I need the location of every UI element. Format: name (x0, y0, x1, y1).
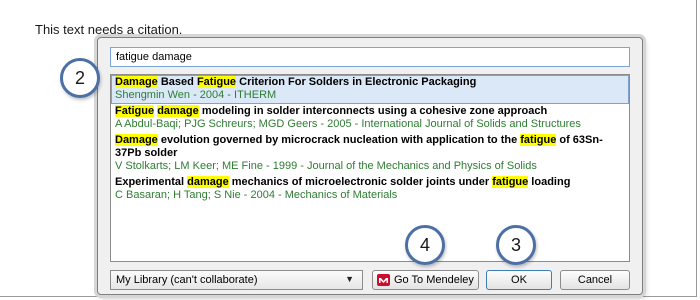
ok-button[interactable]: OK (486, 270, 552, 290)
library-select-value: My Library (can't collaborate) (116, 274, 258, 286)
document-text: This text needs a citation. (35, 22, 183, 37)
go-to-mendeley-label: Go To Mendeley (394, 274, 474, 286)
highlighted-term: Fatigue (196, 76, 237, 88)
title-text: mechanics of microelectronic solder join… (228, 176, 493, 188)
title-text: modeling in solder interconnects using a… (198, 105, 548, 117)
title-text: Based (157, 76, 197, 88)
result-meta: Shengmin Wen - 2004 - ITHERM (115, 89, 277, 101)
result-title: Experimental damage mechanics of microel… (115, 176, 625, 189)
callout-2: 2 (60, 58, 100, 98)
highlighted-term: damage (157, 105, 199, 117)
title-text: Criterion For Solders in Electronic Pack… (236, 76, 477, 88)
result-meta: A Abdul-Baqi; PJG Schreurs; MGD Geers - … (115, 118, 581, 130)
go-to-mendeley-button[interactable]: Go To Mendeley (372, 270, 479, 290)
result-title: Damage evolution governed by microcrack … (115, 134, 625, 160)
dialog-footer: My Library (can't collaborate) ▼ Go To M… (110, 270, 630, 290)
result-item[interactable]: Experimental damage mechanics of microel… (111, 175, 629, 204)
title-text: evolution governed by microcrack nucleat… (157, 134, 521, 146)
cancel-button[interactable]: Cancel (560, 270, 630, 290)
result-title: Fatigue damage modeling in solder interc… (115, 105, 625, 118)
title-text: loading (528, 176, 571, 188)
callout-3: 3 (496, 225, 536, 265)
citation-dialog: fatigue damage Damage Based Fatigue Crit… (97, 37, 643, 295)
result-meta: C Basaran; H Tang; S Nie - 2004 - Mechan… (115, 189, 398, 201)
result-item[interactable]: Fatigue damage modeling in solder interc… (111, 104, 629, 133)
callout-4: 4 (405, 225, 445, 265)
result-title: Damage Based Fatigue Criterion For Solde… (115, 76, 625, 89)
highlighted-term: Damage (115, 76, 158, 88)
highlighted-term: fatigue (520, 134, 557, 146)
result-item[interactable]: Damage Based Fatigue Criterion For Solde… (111, 75, 629, 104)
result-item[interactable]: Damage evolution governed by microcrack … (111, 133, 629, 175)
library-select[interactable]: My Library (can't collaborate) ▼ (110, 270, 363, 290)
results-container: Damage Based Fatigue Criterion For Solde… (111, 75, 629, 204)
title-text: Experimental (115, 176, 188, 188)
highlighted-term: Fatigue (115, 105, 155, 117)
dropdown-arrow-icon: ▼ (345, 274, 354, 284)
highlighted-term: fatigue (492, 176, 529, 188)
highlighted-term: Damage (115, 134, 158, 146)
results-list[interactable]: Damage Based Fatigue Criterion For Solde… (110, 74, 630, 262)
mendeley-logo-icon (377, 274, 390, 286)
search-input[interactable]: fatigue damage (110, 47, 630, 67)
result-meta: V Stolkarts; LM Keer; ME Fine - 1999 - J… (115, 160, 537, 172)
highlighted-term: damage (187, 176, 229, 188)
